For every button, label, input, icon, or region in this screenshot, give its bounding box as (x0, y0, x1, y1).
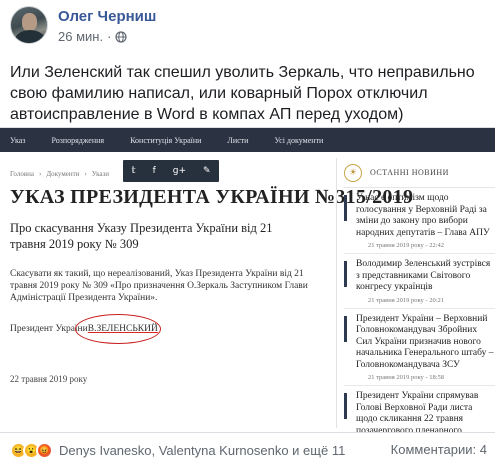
post-footer: 😆 😮 😡 Denys Ivanesko, Valentyna Kurnosen… (0, 436, 495, 464)
twitter-icon: 𝕥 (131, 166, 136, 176)
news-item-title: У нас є оптимізм щодо голосування у Верх… (356, 193, 490, 238)
post-meta: 26 мин. · (58, 29, 128, 44)
reactors-list[interactable]: Denys Ivanesko, Valentyna Kurnosenko и е… (59, 443, 345, 458)
site-nav-item-rozporiadzhennia: Розпорядження (51, 135, 105, 145)
news-item: Президент України спрямував Голові Верхо… (344, 386, 495, 433)
decree-body: Скасувати як такий, що нереалізований, У… (10, 269, 308, 303)
news-item-title: Президент України – Верховний Головноком… (356, 313, 494, 370)
site-nav-item-lysty: Листи (227, 135, 249, 145)
post-header: Олег Черниш 26 мин. · (10, 6, 490, 56)
breadcrumb-separator: › (84, 170, 87, 178)
decree-date: 22 травня 2019 року (10, 374, 88, 384)
news-item: Володимир Зеленський зустрівся з предста… (344, 254, 495, 309)
news-item-title: Володимир Зеленський зустрівся з предста… (356, 259, 491, 292)
breadcrumb-item-decrees: Укази (91, 170, 110, 178)
breadcrumb: Головна › Документи › Укази (10, 170, 109, 178)
news-item: Президент України – Верховний Головноком… (344, 309, 495, 386)
avatar-body (15, 30, 45, 43)
site-nav: Указ Розпорядження Конституція України Л… (0, 128, 495, 152)
meta-separator: · (107, 29, 112, 44)
news-panel: ☀ ОСТАННІ НОВИНИ У нас є оптимізм щодо г… (344, 158, 495, 433)
column-divider (336, 158, 337, 428)
pen-icon: ✎ (202, 166, 211, 176)
avatar-face (22, 13, 37, 31)
post-time[interactable]: 26 мин. (58, 29, 103, 44)
breadcrumb-separator: › (39, 170, 42, 178)
news-item-time: 21 травня 2019 року - 18:58 (368, 374, 445, 381)
news-item-title: Президент України спрямував Голові Верхо… (356, 391, 479, 433)
share-bar: 𝕥 f g+ ✎ (123, 160, 219, 182)
site-nav-item-usi-dokumenty: Усі документи (274, 135, 324, 145)
decree-subtitle: Про скасування Указу Президента України … (10, 221, 273, 251)
avatar[interactable] (10, 6, 48, 44)
reactions[interactable]: 😆 😮 😡 (10, 441, 53, 459)
news-item: У нас є оптимізм щодо голосування у Верх… (344, 188, 495, 254)
site-nav-item-ukaz: Указ (10, 135, 26, 145)
comments-count[interactable]: Комментарии: 4 (391, 442, 487, 457)
breadcrumb-item-home: Головна (10, 170, 34, 178)
news-header: ☀ ОСТАННІ НОВИНИ (344, 158, 495, 188)
globe-icon[interactable] (115, 30, 128, 43)
news-header-label: ОСТАННІ НОВИНИ (370, 168, 449, 177)
post-text: Или Зеленский так спешил уволить Зеркаль… (10, 64, 475, 123)
trident-logo-icon: ☀ (344, 163, 362, 182)
google-plus-icon: g+ (172, 166, 187, 176)
news-item-time: 21 травня 2019 року - 20:21 (368, 296, 445, 304)
news-item-time: 21 травня 2019 року - 22:42 (368, 242, 445, 249)
breadcrumb-item-documents: Документи (46, 170, 80, 178)
embedded-image[interactable]: Указ Розпорядження Конституція України Л… (0, 127, 495, 433)
angry-reaction-icon[interactable]: 😡 (36, 441, 53, 459)
author-name[interactable]: Олег Черниш (58, 8, 156, 25)
facebook-icon: f (152, 166, 156, 176)
site-nav-item-konstytutsiia: Конституція України (130, 135, 202, 145)
highlight-circle (75, 314, 161, 344)
